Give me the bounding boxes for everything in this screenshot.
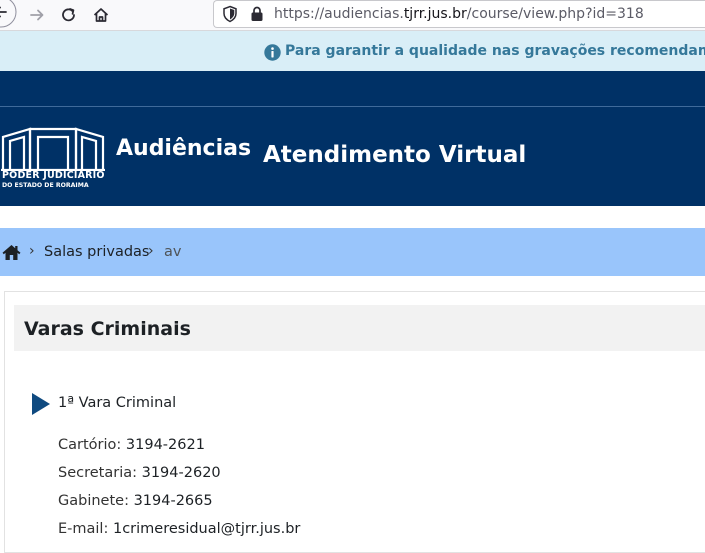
arrow-left-icon [0,0,17,28]
info-label: Secretaria: [58,465,137,481]
url-text[interactable]: https://audiencias.tjrr.jus.br/course/vi… [274,6,644,22]
lock-icon[interactable] [249,5,265,23]
breadcrumb-item-salas-privadas[interactable]: Salas privadas [44,244,149,260]
info-line-secretaria: Secretaria: 3194-2620 [58,465,221,481]
home-icon [93,8,109,22]
site-title[interactable]: Atendimento Virtual [263,142,526,168]
browser-toolbar: https://audiencias.tjrr.jus.br/course/vi… [0,0,705,31]
url-host: tjrr.jus.br [403,6,467,22]
back-button[interactable] [0,0,20,30]
url-path: /course/view.php?id=318 [466,6,644,22]
logo-text-line2: DO ESTADO DE RORAIMA [2,182,89,189]
info-label: Gabinete: [58,493,129,509]
notice-text: Para garantir a qualidade nas gravações … [285,43,705,59]
url-prefix: https://audiencias. [274,6,404,22]
brand-name[interactable]: Audiências [116,136,251,161]
breadcrumb-separator: › [29,243,35,259]
info-line-gabinete: Gabinete: 3194-2665 [58,493,213,509]
reload-button[interactable] [58,0,80,30]
url-bar[interactable]: https://audiencias.tjrr.jus.br/course/vi… [213,0,705,28]
forward-button[interactable] [26,0,48,30]
play-icon[interactable] [31,392,51,416]
arrow-right-icon [30,9,44,21]
home-button[interactable] [90,0,112,30]
info-value-email[interactable]: 1crimeresidual@tjrr.jus.br [113,521,300,537]
activity-link[interactable]: 1ª Vara Criminal [58,395,176,411]
info-line-cartorio: Cartório: 3194-2621 [58,437,205,453]
shield-icon[interactable] [222,5,238,23]
info-label: Cartório: [58,437,122,453]
logo-text-line1: PODER JUDICIÁRIO [2,170,105,181]
browser-notice-banner: Para garantir a qualidade nas gravações … [0,31,705,71]
breadcrumb-item-current: av [164,244,182,260]
info-value: 3194-2620 [141,465,221,481]
info-value: 3194-2621 [125,437,205,453]
header-topbar [0,71,705,107]
info-value: 3194-2665 [133,493,213,509]
court-logo-icon[interactable] [0,125,106,171]
reload-icon [62,8,75,22]
info-icon [264,44,281,61]
breadcrumb-separator: › [148,243,154,259]
breadcrumb-home-icon[interactable] [2,244,21,261]
section-title: Varas Criminais [24,318,191,340]
info-line-email: E-mail: 1crimeresidual@tjrr.jus.br [58,521,300,537]
info-label: E-mail: [58,521,109,537]
